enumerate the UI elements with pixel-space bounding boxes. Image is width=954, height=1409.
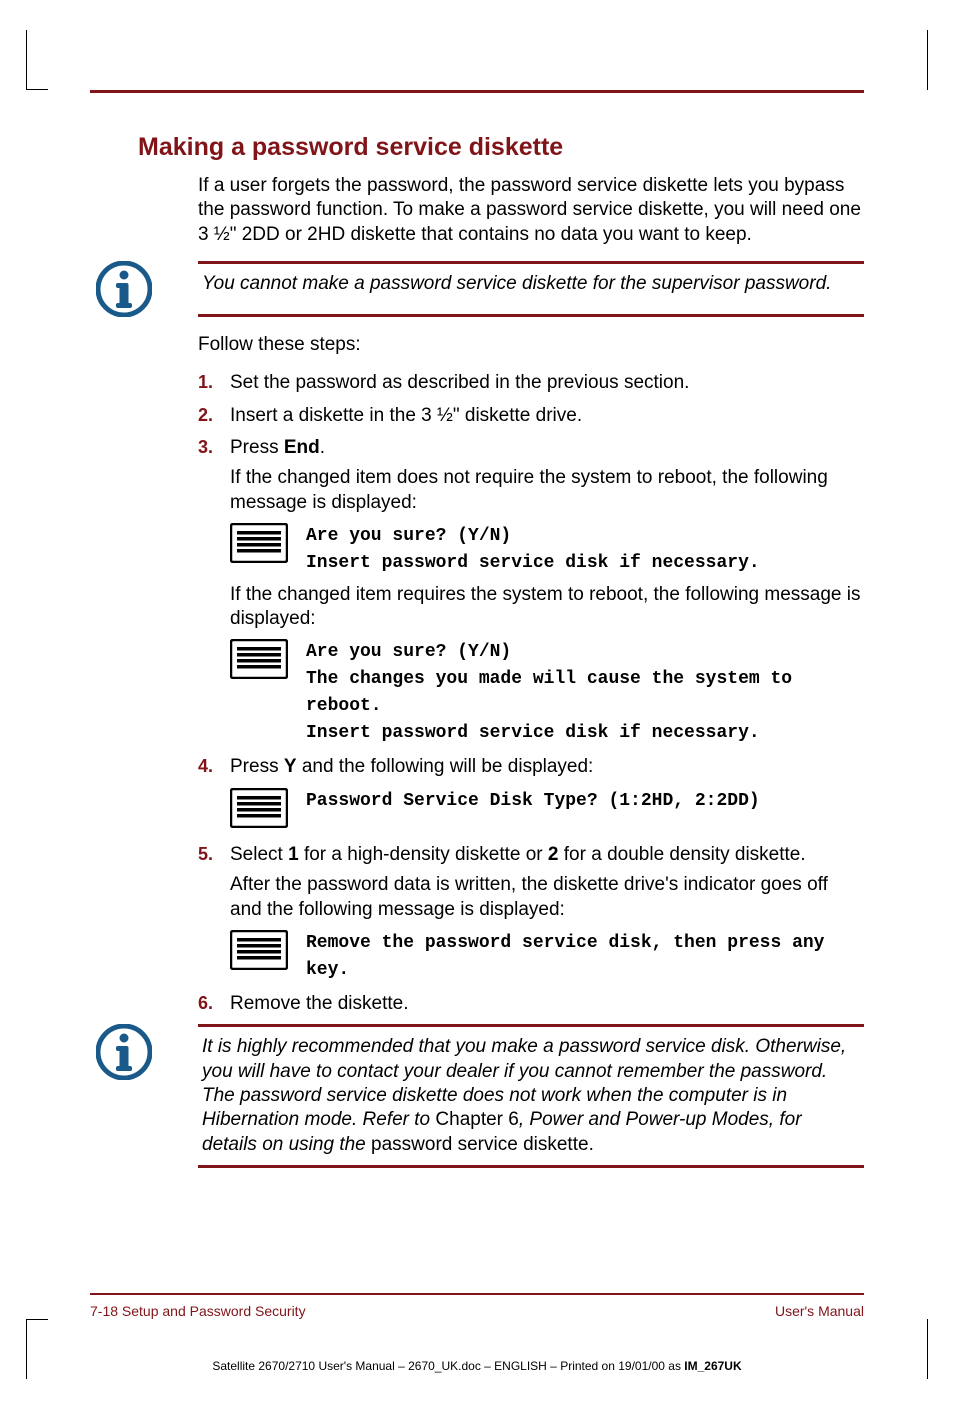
screen-text-2: Are you sure? (Y/N) The changes you made… (306, 639, 864, 747)
step-5-after: After the password data is written, the … (230, 873, 864, 922)
screen-2-line-1: Are you sure? (Y/N) (306, 639, 864, 666)
step-4-key: Y (284, 756, 297, 777)
note-text-1: You cannot make a password service diske… (198, 261, 864, 317)
screen-icon (230, 639, 288, 686)
note2-part-d: password service diskette (371, 1134, 589, 1155)
step-3-msg1-intro: If the changed item does not require the… (230, 466, 864, 515)
step-5: Select 1 for a high-density diskette or … (198, 843, 864, 984)
screen-2-line-2: The changes you made will cause the syst… (306, 666, 864, 720)
steps-list: Set the password as described in the pre… (198, 371, 864, 1016)
step-2-text: Insert a diskette in the 3 ½" diskette d… (230, 405, 582, 426)
step-5-text-a: Select (230, 844, 288, 865)
step-6: Remove the diskette. (198, 992, 864, 1016)
intro-paragraph: If a user forgets the password, the pass… (198, 174, 864, 247)
step-3-key: End (284, 437, 320, 458)
printline-text: Satellite 2670/2710 User's Manual – 2670… (212, 1359, 684, 1373)
screen-3-line-1: Password Service Disk Type? (1:2HD, 2:2D… (306, 788, 760, 815)
printline-doccode: IM_267UK (684, 1359, 741, 1373)
top-rule (90, 90, 864, 93)
page-footer: 7-18 Setup and Password Security User's … (90, 1293, 864, 1319)
screen-4-line-1: Remove the password service disk, then p… (306, 930, 864, 984)
step-3: Press End. If the changed item does not … (198, 436, 864, 748)
note2-chapter-ref: Chapter 6 (435, 1109, 518, 1130)
screen-icon (230, 788, 288, 835)
screen-1-line-1: Are you sure? (Y/N) (306, 523, 760, 550)
screen-icon (230, 930, 288, 977)
step-1: Set the password as described in the pre… (198, 371, 864, 395)
step-3-msg2-intro: If the changed item requires the system … (230, 583, 864, 632)
note-box-1: You cannot make a password service diske… (90, 261, 864, 317)
step-2: Insert a diskette in the 3 ½" diskette d… (198, 404, 864, 428)
section-heading: Making a password service diskette (138, 133, 864, 162)
step-4-text-c: and the following will be displayed: (297, 756, 594, 777)
note-box-2: It is highly recommended that you make a… (90, 1024, 864, 1168)
footer-right: User's Manual (775, 1303, 864, 1319)
step-5-key-2: 2 (548, 844, 559, 865)
screen-block-3: Password Service Disk Type? (1:2HD, 2:2D… (230, 788, 864, 835)
step-3-text-a: Press (230, 437, 284, 458)
screen-text-3: Password Service Disk Type? (1:2HD, 2:2D… (306, 788, 760, 815)
print-line: Satellite 2670/2710 User's Manual – 2670… (0, 1359, 954, 1373)
crop-mark-tl (26, 30, 48, 90)
screen-text-1: Are you sure? (Y/N) Insert password serv… (306, 523, 760, 577)
step-3-text-c: . (320, 437, 325, 458)
crop-mark-tr (927, 30, 928, 90)
follow-steps-label: Follow these steps: (198, 333, 864, 357)
step-1-text: Set the password as described in the pre… (230, 372, 689, 393)
info-icon (96, 1024, 152, 1080)
note2-part-e: . (589, 1134, 594, 1155)
footer-left: 7-18 Setup and Password Security (90, 1303, 306, 1319)
screen-block-1: Are you sure? (Y/N) Insert password serv… (230, 523, 864, 577)
content-area: Making a password service diskette If a … (90, 133, 864, 1293)
screen-2-line-3: Insert password service disk if necessar… (306, 720, 864, 747)
page-frame: Making a password service diskette If a … (90, 90, 864, 1319)
step-4: Press Y and the following will be displa… (198, 755, 864, 835)
screen-block-2: Are you sure? (Y/N) The changes you made… (230, 639, 864, 747)
screen-block-4: Remove the password service disk, then p… (230, 930, 864, 984)
screen-text-4: Remove the password service disk, then p… (306, 930, 864, 984)
step-5-text-e: for a double density diskette. (559, 844, 806, 865)
info-icon (96, 261, 152, 317)
note-text-2: It is highly recommended that you make a… (198, 1024, 864, 1168)
screen-1-line-2: Insert password service disk if necessar… (306, 550, 760, 577)
screen-icon (230, 523, 288, 570)
step-5-text-c: for a high-density diskette or (299, 844, 548, 865)
step-4-text-a: Press (230, 756, 284, 777)
step-6-text: Remove the diskette. (230, 993, 408, 1014)
step-5-key-1: 1 (288, 844, 299, 865)
